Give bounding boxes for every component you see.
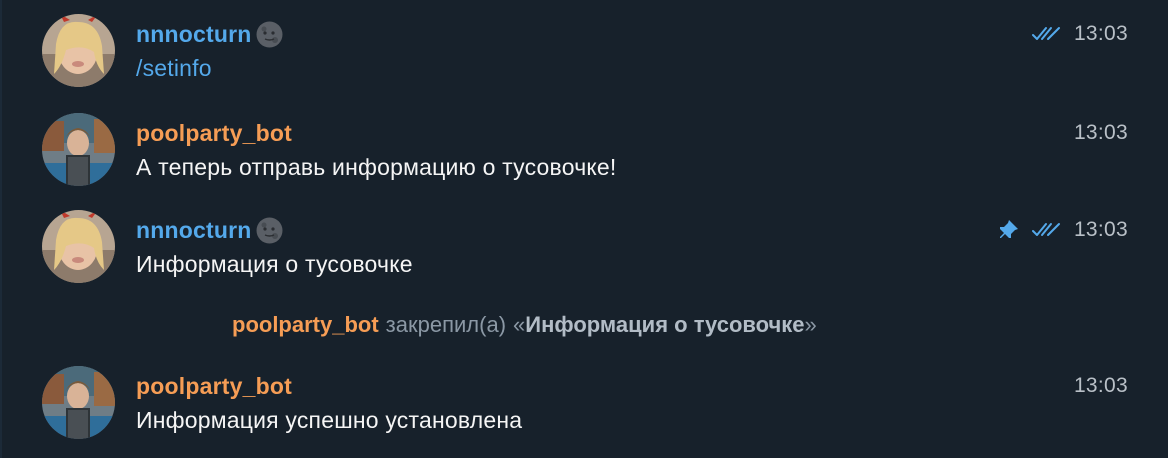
double-check-icon: [1031, 26, 1062, 42]
quote-close: »: [804, 312, 817, 337]
pinned-message-title: Информация о тусовочке: [525, 312, 805, 337]
quote-open: «: [513, 312, 526, 337]
message-item[interactable]: poolparty_bot А теперь отправь информаци…: [2, 113, 1168, 209]
avatar[interactable]: [42, 366, 115, 439]
avatar[interactable]: [42, 14, 115, 87]
service-action: закрепил(а): [385, 312, 507, 337]
bot-command-link[interactable]: /setinfo: [136, 55, 212, 82]
sender-name[interactable]: nnnocturn: [136, 217, 252, 244]
pinned-message-link[interactable]: «Информация о тусовочке»: [513, 312, 817, 338]
message-meta: 13:03: [1074, 119, 1128, 147]
avatar[interactable]: [42, 210, 115, 283]
sender-line: poolparty_bot: [136, 372, 292, 400]
message-time: 13:03: [1073, 218, 1128, 241]
message-meta: 13:03: [998, 216, 1128, 244]
sender-line: nnnocturn: [136, 216, 284, 244]
pin-icon: [998, 219, 1020, 241]
new-moon-face-emoji-icon: [255, 20, 284, 49]
sender-line: poolparty_bot: [136, 119, 292, 147]
message-time: 13:03: [1073, 22, 1128, 45]
chat-history[interactable]: nnnocturn /setinfo 13:03 poolparty_bot А…: [0, 0, 1168, 458]
message-time: 13:03: [1073, 374, 1128, 397]
message-item[interactable]: nnnocturn /setinfo 13:03: [2, 14, 1168, 110]
message-item[interactable]: poolparty_bot Информация успешно установ…: [2, 366, 1168, 458]
double-check-icon: [1031, 222, 1062, 238]
message-item[interactable]: nnnocturn Информация о тусовочке 13:03: [2, 210, 1168, 306]
message-time: 13:03: [1073, 121, 1128, 144]
service-actor[interactable]: poolparty_bot: [232, 312, 379, 338]
sender-line: nnnocturn: [136, 20, 284, 48]
message-text: А теперь отправь информацию о тусовочке!: [136, 154, 617, 180]
avatar[interactable]: [42, 113, 115, 186]
sender-name[interactable]: poolparty_bot: [136, 373, 292, 400]
service-message[interactable]: poolparty_bot закрепил(а) «Информация о …: [2, 312, 1168, 342]
message-meta: 13:03: [1031, 20, 1128, 48]
message-text: Информация о тусовочке: [136, 251, 413, 277]
new-moon-face-emoji-icon: [255, 216, 284, 245]
sender-name[interactable]: nnnocturn: [136, 21, 252, 48]
sender-name[interactable]: poolparty_bot: [136, 120, 292, 147]
message-meta: 13:03: [1074, 372, 1128, 400]
message-text: Информация успешно установлена: [136, 407, 523, 433]
